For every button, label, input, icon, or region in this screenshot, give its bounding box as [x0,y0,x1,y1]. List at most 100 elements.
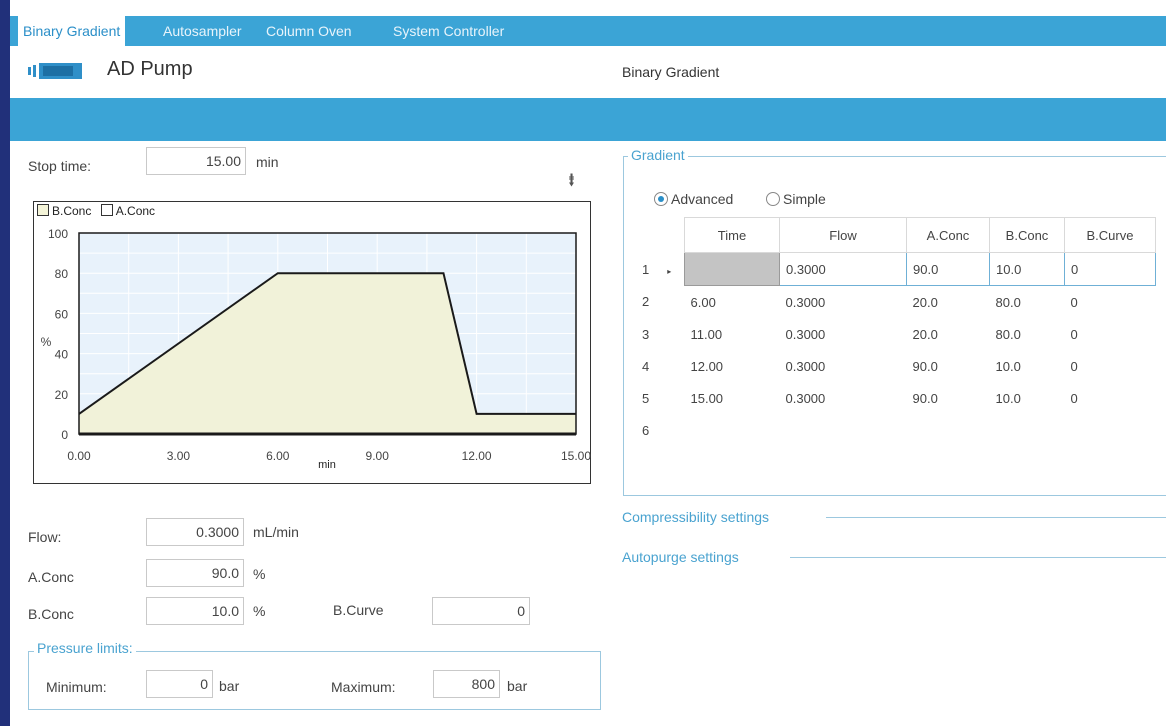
mode-simple-label: Simple [783,191,826,207]
tab-autosampler[interactable]: Autosampler [163,16,242,46]
legend-swatch-a-conc [100,204,113,216]
pump-icon [28,63,82,79]
table-row[interactable]: 4 12.00 0.3000 90.0 10.0 0 [636,350,1156,382]
table-row[interactable]: 6 [636,414,1156,446]
flow-label: Flow: [28,529,62,545]
compressibility-divider [826,517,1166,518]
col-time-header[interactable]: Time [684,217,780,253]
current-row-arrow-icon: ▸ [667,266,672,276]
b-conc-input[interactable]: 10.0 [146,597,244,625]
cell-a-conc[interactable]: 90.0 [906,252,990,286]
table-row[interactable]: 3 11.00 0.3000 20.0 80.0 0 [636,318,1156,350]
cell-time[interactable] [685,414,780,446]
cell-b-curve[interactable]: 0 [1065,382,1156,414]
col-b-conc-header[interactable]: B.Conc [989,217,1065,253]
stop-time-input[interactable]: 15.00 [146,147,246,175]
gradient-table: Time Flow A.Conc B.Conc B.Curve 1 ▸ 0.300… [636,217,1156,446]
cell-a-conc[interactable]: 20.0 [907,318,990,350]
cell-b-curve[interactable]: 0 [1065,350,1156,382]
cell-b-curve[interactable]: 0 [1065,286,1156,319]
cell-b-conc[interactable] [990,414,1065,446]
cell-flow[interactable]: 0.3000 [780,286,907,319]
cell-flow[interactable]: 0.3000 [780,350,907,382]
b-curve-label: B.Curve [333,602,384,618]
cell-flow[interactable]: 0.3000 [780,382,907,414]
pressure-max-label: Maximum: [331,679,396,695]
row-number: 6 [642,422,650,438]
row-number: 3 [642,326,650,342]
legend-swatch-b-conc [37,204,49,216]
compressibility-settings-expander[interactable]: Compressibility settings [622,509,769,525]
legend-a-conc: A.Conc [115,204,156,218]
a-conc-unit: % [253,566,266,582]
radio-unselected-icon [766,192,780,206]
b-conc-unit: % [253,603,266,619]
col-flow-header[interactable]: Flow [779,217,907,253]
a-conc-input[interactable]: 90.0 [146,559,244,587]
cell-b-conc[interactable]: 10.0 [989,252,1065,286]
mode-simple-radio[interactable]: Simple [766,191,826,207]
toolbar-band [10,98,1166,141]
table-row[interactable]: 5 15.00 0.3000 90.0 10.0 0 [636,382,1156,414]
cell-time[interactable]: 11.00 [685,318,780,350]
mode-advanced-label: Advanced [671,191,734,207]
page-title: AD Pump [107,58,193,80]
tab-column-oven[interactable]: Column Oven [266,16,352,46]
cell-b-conc[interactable]: 80.0 [990,318,1065,350]
pressure-limits-title: Pressure limits: [34,640,136,656]
autopurge-settings-expander[interactable]: Autopurge settings [622,549,739,565]
row-number-header [636,218,685,253]
cell-time[interactable] [684,252,780,286]
autopurge-divider [790,557,1166,558]
cell-time[interactable]: 12.00 [685,350,780,382]
row-number: 1 ▸ [642,261,672,277]
stop-time-unit: min [256,154,279,170]
tab-system-controller[interactable]: System Controller [393,16,504,46]
radio-selected-icon [654,192,668,206]
cell-a-conc[interactable]: 90.0 [907,382,990,414]
stop-time-label: Stop time: [28,158,92,174]
pressure-max-input[interactable]: 800 [433,670,500,698]
flow-unit: mL/min [253,524,299,540]
chart-legend: B.Conc A.Conc [37,204,155,218]
cell-flow[interactable]: 0.3000 [779,252,907,286]
row-number: 5 [642,390,650,406]
b-curve-input[interactable]: 0 [432,597,530,625]
tab-binary-gradient[interactable]: Binary Gradient [18,16,126,46]
table-row[interactable]: 2 6.00 0.3000 20.0 80.0 0 [636,286,1156,319]
table-row[interactable]: 1 ▸ 0.3000 90.0 10.0 0 [636,252,1156,286]
double-chevron-up-icon[interactable]: ⭽ [568,166,575,200]
cell-b-curve[interactable]: 0 [1065,318,1156,350]
section-title: Binary Gradient [622,64,720,80]
gradient-title: Gradient [628,147,688,163]
cell-b-conc[interactable]: 10.0 [990,382,1065,414]
row-number: 4 [642,358,650,374]
cell-b-conc[interactable]: 80.0 [990,286,1065,319]
col-b-curve-header[interactable]: B.Curve [1064,217,1156,253]
pressure-min-label: Minimum: [46,679,107,695]
mode-advanced-radio[interactable]: Advanced [654,191,733,207]
gradient-chart [33,201,591,484]
cell-flow[interactable] [780,414,907,446]
cell-time[interactable]: 6.00 [685,286,780,319]
cell-b-conc[interactable]: 10.0 [990,350,1065,382]
col-a-conc-header[interactable]: A.Conc [906,217,990,253]
legend-b-conc: B.Conc [52,204,92,218]
table-header-row: Time Flow A.Conc B.Conc B.Curve [636,217,1156,253]
row-number: 2 [642,294,650,310]
cell-a-conc[interactable] [907,414,990,446]
flow-input[interactable]: 0.3000 [146,518,244,546]
pressure-min-unit: bar [219,678,240,694]
cell-b-curve[interactable] [1065,414,1156,446]
a-conc-label: A.Conc [28,569,74,585]
cell-b-curve[interactable]: 0 [1064,252,1156,286]
cell-time[interactable]: 15.00 [685,382,780,414]
pressure-min-input[interactable]: 0 [146,670,213,698]
cell-a-conc[interactable]: 20.0 [907,286,990,319]
window-left-border [0,0,10,726]
pressure-max-unit: bar [507,678,528,694]
b-conc-label: B.Conc [28,606,74,622]
cell-a-conc[interactable]: 90.0 [907,350,990,382]
tab-bar: Binary Gradient Autosampler Column Oven … [10,16,1166,46]
cell-flow[interactable]: 0.3000 [780,318,907,350]
